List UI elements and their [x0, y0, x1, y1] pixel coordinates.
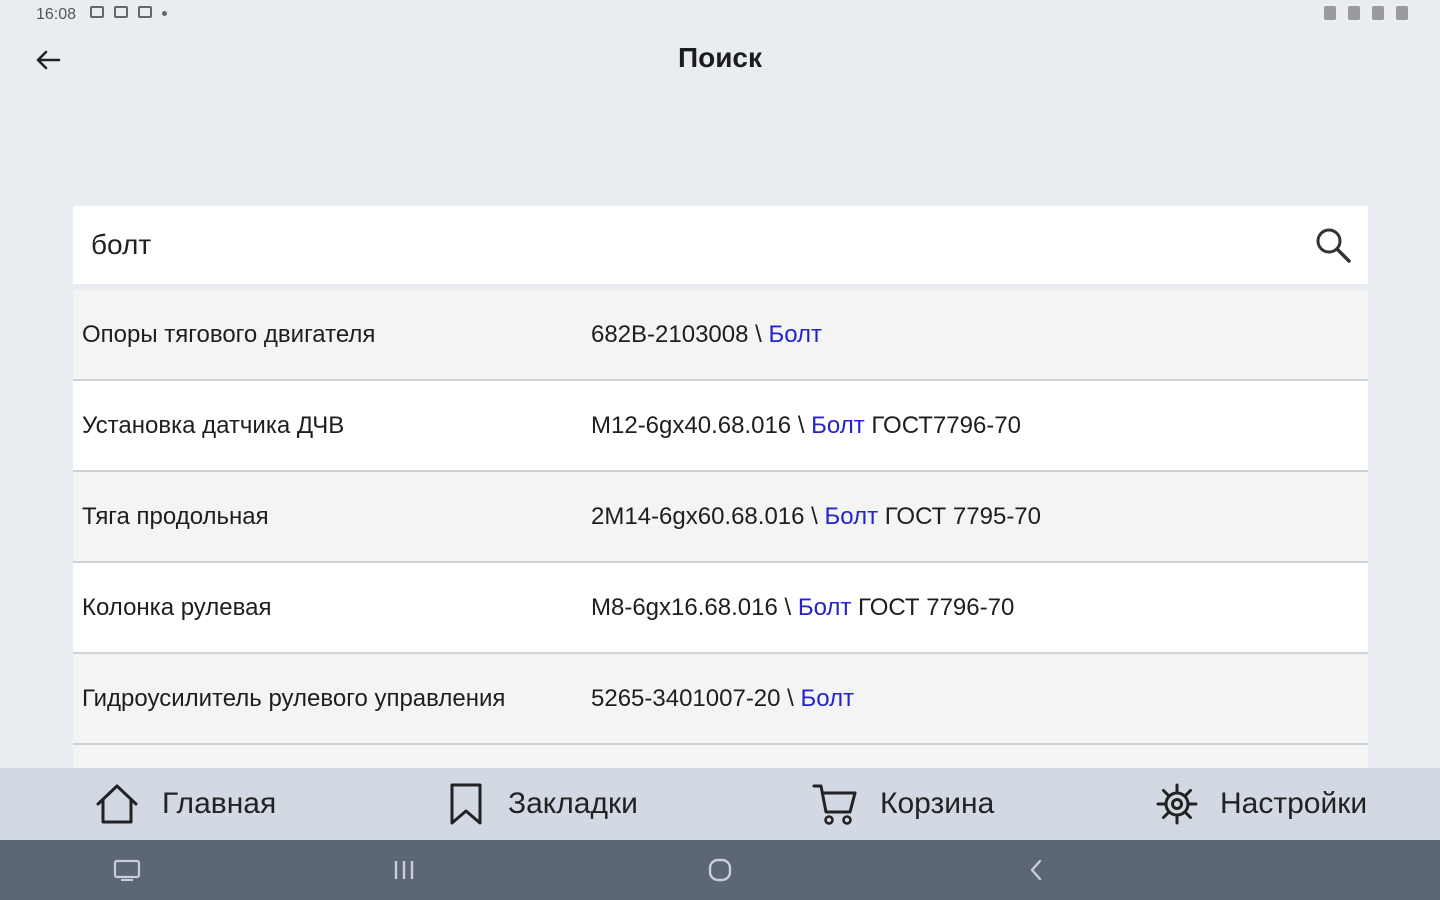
search-button[interactable] [1298, 206, 1368, 284]
nav-bookmarks[interactable]: Закладки [446, 768, 638, 840]
nav-cart-label: Корзина [880, 787, 995, 820]
nav-settings-label: Настройки [1220, 787, 1368, 820]
result-assembly-name: Гидроусилитель рулевого управления [82, 684, 506, 712]
more-notifications-icon [162, 11, 167, 16]
nav-bookmarks-label: Закладки [508, 787, 638, 820]
gallery-notification-icon [90, 6, 104, 18]
result-row[interactable]: Установка датчика ДЧВ М12-6gх40.68.016 \… [73, 381, 1368, 472]
screenshot-icon [113, 859, 141, 881]
system-status-icons [1324, 6, 1408, 20]
notification-icons [90, 6, 167, 18]
search-box [73, 206, 1368, 284]
search-icon [1316, 228, 1351, 263]
search-match-highlight: Болт [768, 320, 823, 348]
search-match-highlight: Болт [811, 411, 865, 439]
search-match-highlight: Болт [797, 593, 852, 621]
system-nav-bar [0, 840, 1440, 900]
result-assembly-name: Тяга продольная [82, 502, 269, 530]
app-header: Поиск [0, 32, 1440, 88]
page-title: Поиск [677, 42, 763, 73]
signal-icon [1372, 6, 1384, 20]
result-row[interactable] [73, 745, 1368, 768]
status-bar: 16:08 [0, 0, 1440, 32]
back-system-button[interactable] [1016, 854, 1056, 886]
result-row[interactable]: Колонка рулевая М8-6gх16.68.016 \ Болт Г… [73, 563, 1368, 654]
result-assembly-name: Установка датчика ДЧВ [82, 411, 345, 439]
result-assembly-name: Колонка рулевая [82, 593, 272, 621]
search-input[interactable] [73, 206, 1298, 284]
screenshot-button[interactable] [107, 854, 147, 886]
home-system-button[interactable] [700, 854, 740, 886]
nav-settings[interactable]: Настройки [1156, 768, 1367, 840]
gear-icon [1156, 783, 1198, 825]
play-notification-icon [138, 6, 152, 18]
wifi-icon [1348, 6, 1360, 20]
home-circle-icon [708, 858, 732, 882]
status-time: 16:08 [36, 6, 77, 23]
results-list[interactable]: Опоры тягового двигателя 682В-2103008 \ … [73, 290, 1368, 768]
nav-home[interactable]: Главная [94, 768, 276, 840]
chevron-left-icon [1030, 859, 1042, 881]
result-part-number: М12-6gх40.68.016 \ Болт ГОСТ7796-70 [591, 411, 1021, 439]
bookmark-icon [450, 783, 482, 825]
result-part-number: М8-6gх16.68.016 \ Болт ГОСТ 7796-70 [591, 593, 1015, 621]
recent-apps-icon [394, 861, 414, 879]
nav-cart[interactable]: Корзина [812, 768, 994, 840]
cart-icon [812, 784, 857, 825]
nav-home-label: Главная [162, 787, 277, 820]
alarm-icon [1324, 6, 1336, 20]
bottom-nav: Главная Закладки Корзина Настройки [0, 768, 1440, 840]
result-assembly-name: Опоры тягового двигателя [82, 320, 376, 348]
news-notification-icon [114, 6, 128, 18]
search-match-highlight: Болт [824, 502, 879, 530]
result-part-number: 682В-2103008 \ Болт [591, 320, 823, 348]
recent-apps-button[interactable] [384, 854, 424, 886]
result-row[interactable]: Гидроусилитель рулевого управления 5265-… [73, 654, 1368, 745]
home-icon [96, 784, 138, 824]
search-match-highlight: Болт [800, 684, 855, 712]
result-part-number: 5265-3401007-20 \ Болт [591, 684, 855, 712]
result-part-number: 2М14-6gх60.68.016 \ Болт ГОСТ 7795-70 [591, 502, 1042, 530]
result-row[interactable]: Опоры тягового двигателя 682В-2103008 \ … [73, 290, 1368, 381]
battery-icon [1396, 6, 1408, 20]
result-row[interactable]: Тяга продольная 2М14-6gх60.68.016 \ Болт… [73, 472, 1368, 563]
